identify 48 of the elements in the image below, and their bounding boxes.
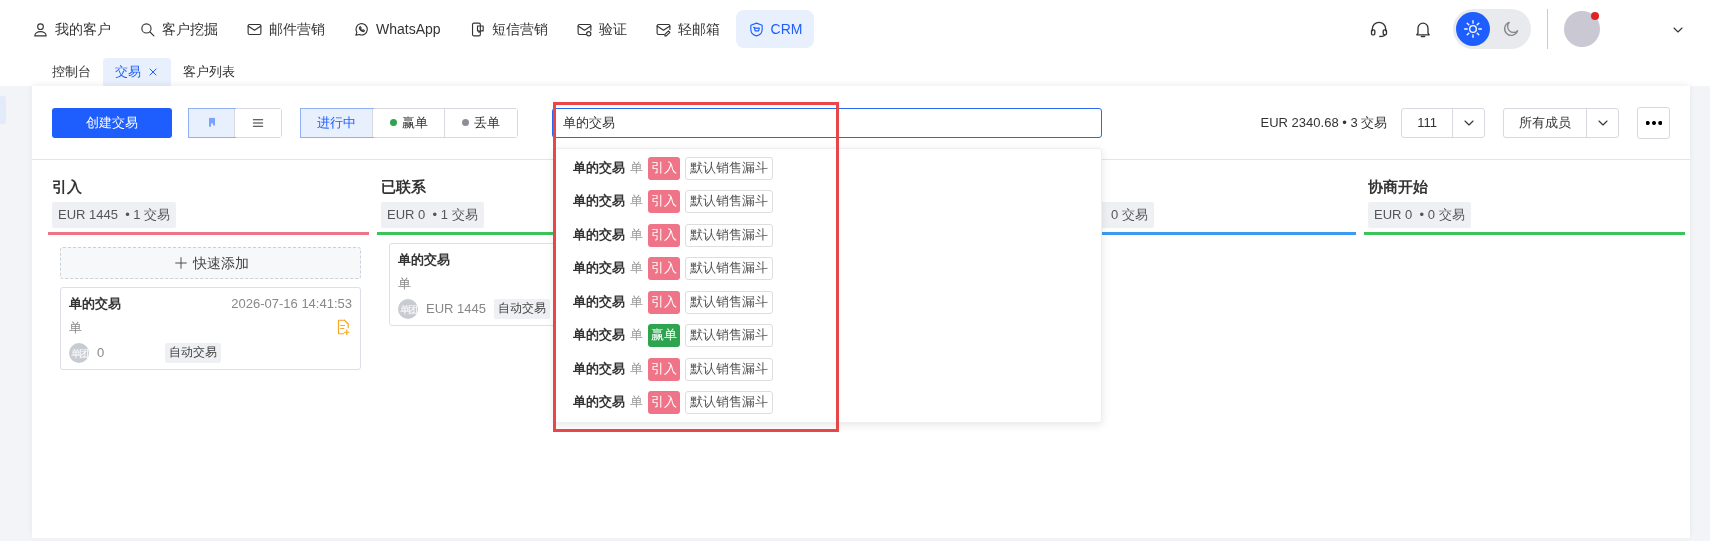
deal-type: 单 — [630, 260, 643, 278]
deal-title: 单的交易 — [573, 226, 625, 244]
deal-amount: 0 — [97, 344, 106, 363]
deal-title: 单的交易 — [573, 393, 625, 412]
deal-type: 单 — [69, 318, 82, 337]
deal-title: 单的交易 — [573, 192, 625, 211]
deal-title: 单的交易 — [69, 295, 121, 313]
deal-title: 单的交易 — [573, 293, 625, 311]
deal-type: 单 — [398, 274, 411, 293]
deal-summary: EUR 2340.68 • 3 交易 — [1260, 113, 1388, 132]
column-title: 已联系 — [381, 178, 426, 195]
pipeline-tag: 默认销售漏斗 — [685, 156, 773, 180]
deal-title: 单的交易 — [573, 259, 625, 278]
stage-tag: 引入 — [648, 357, 680, 381]
stage-tag: 赢单 — [648, 324, 680, 348]
deal-tag: 自动交易 — [165, 343, 221, 363]
stage-tag: 引入 — [648, 156, 680, 180]
column-summary: EUR 0 • 1 交易 — [381, 202, 484, 228]
stage-tag: 引入 — [648, 190, 680, 214]
deal-type: 单 — [630, 193, 643, 211]
deal-title: 单的交易 — [398, 251, 450, 269]
deal-title: 单的交易 — [573, 159, 625, 177]
deal-type: 单 — [630, 327, 643, 345]
deal-type: 单 — [630, 226, 643, 244]
column-summary: EUR 0 • 0 交易 — [1368, 202, 1471, 228]
pipeline-tag: 默认销售漏斗 — [685, 190, 773, 214]
stage-tag: 引入 — [648, 290, 680, 314]
pipeline-tag: 默认销售漏斗 — [685, 324, 773, 348]
deal-type: 单 — [630, 159, 643, 177]
deal-amount: EUR 1445 — [426, 300, 486, 319]
deal-tag: 自动交易 — [494, 299, 550, 319]
stage-tag: 引入 — [648, 257, 680, 281]
pipeline-tag: 默认销售漏斗 — [685, 257, 773, 281]
deal-title: 单的交易 — [573, 326, 625, 345]
deal-type: 单 — [630, 293, 643, 311]
column-title: 协商开始 — [1368, 178, 1428, 195]
deal-date: 2026-07-16 14:41:53 — [231, 295, 352, 313]
stage-tag: 引入 — [648, 391, 680, 415]
pipeline-tag: 默认销售漏斗 — [685, 391, 773, 415]
pipeline-tag: 默认销售漏斗 — [685, 290, 773, 314]
pipeline-tag: 默认销售漏斗 — [685, 223, 773, 247]
deal-title: 单的交易 — [573, 360, 625, 378]
column-title: 引入 — [52, 178, 82, 195]
deal-type: 单 — [630, 360, 643, 378]
pipeline-tag: 默认销售漏斗 — [685, 357, 773, 381]
column-summary: EUR 1445 • 1 交易 — [52, 202, 177, 228]
deal-type: 单 — [630, 394, 643, 412]
stage-tag: 引入 — [648, 223, 680, 247]
